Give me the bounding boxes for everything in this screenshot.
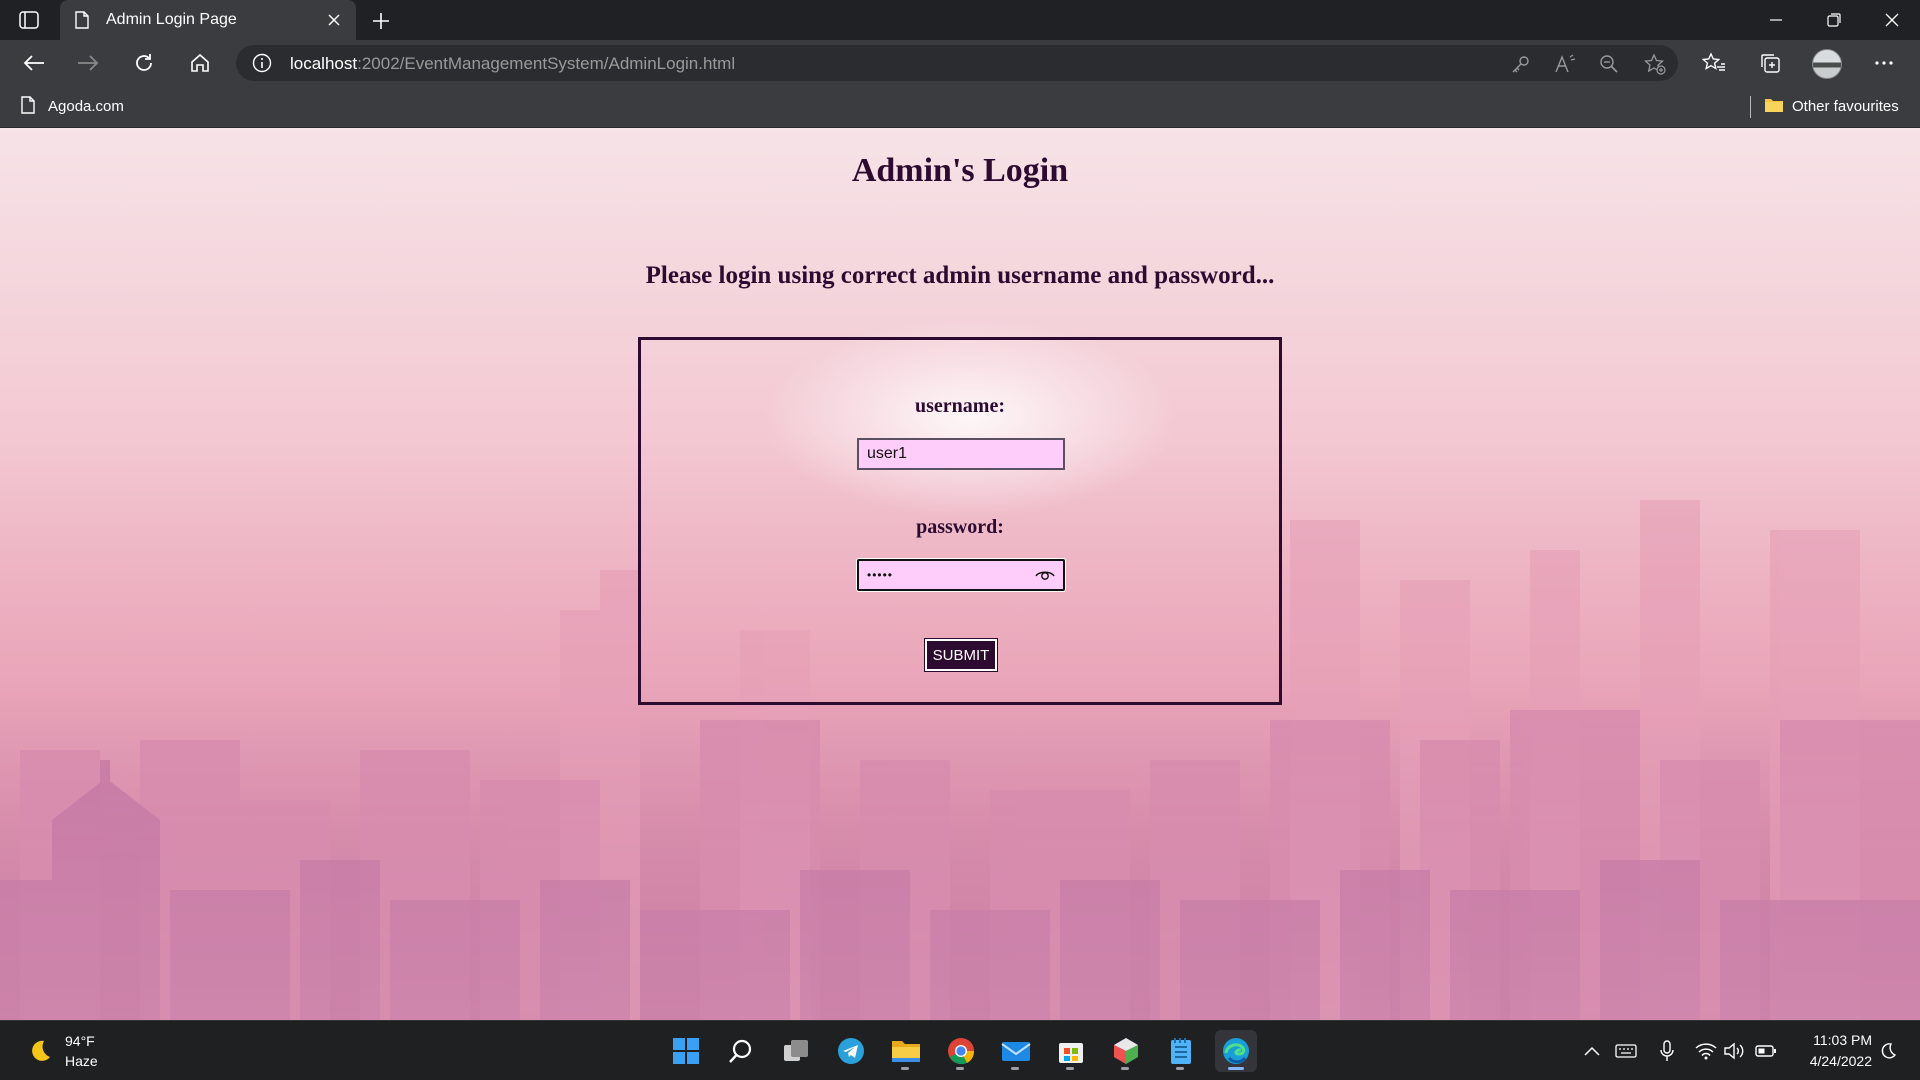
clock-time[interactable]: 11:03 PM <box>1796 1032 1872 1048</box>
password-input[interactable]: ••••• <box>857 559 1065 591</box>
username-value: user1 <box>867 445 908 462</box>
profile-avatar[interactable] <box>1812 49 1842 79</box>
restore-icon[interactable] <box>1806 0 1862 40</box>
running-indicator <box>1011 1067 1019 1070</box>
page-viewport: Admin's Login Please login using correct… <box>0 128 1920 1020</box>
show-password-icon[interactable] <box>1035 567 1055 583</box>
minimize-icon[interactable] <box>1748 0 1804 40</box>
mail-icon[interactable] <box>995 1030 1037 1072</box>
favorites-bar: Agoda.com Other favourites <box>0 86 1920 128</box>
username-input[interactable]: user1 <box>857 438 1065 470</box>
submit-button[interactable]: SUBMIT <box>924 638 998 672</box>
refresh-icon[interactable] <box>128 47 160 79</box>
address-bar[interactable]: localhost:2002/EventManagementSystem/Adm… <box>236 45 1678 81</box>
divider <box>1750 96 1751 118</box>
browser-tab-bar: Admin Login Page <box>0 0 1920 40</box>
collections-icon[interactable] <box>1754 47 1786 79</box>
close-window-icon[interactable] <box>1864 0 1920 40</box>
running-indicator <box>1121 1067 1129 1070</box>
back-icon[interactable] <box>18 47 50 79</box>
tab-actions-icon[interactable] <box>16 8 42 32</box>
read-aloud-icon[interactable] <box>1554 53 1576 75</box>
task-view-icon[interactable] <box>775 1030 817 1072</box>
more-options-icon[interactable] <box>1868 47 1900 79</box>
search-icon[interactable] <box>720 1030 762 1072</box>
moon-icon[interactable] <box>26 1037 54 1065</box>
keyboard-icon[interactable] <box>1614 1039 1638 1063</box>
running-indicator <box>1066 1067 1074 1070</box>
weather-description: Haze <box>65 1053 98 1069</box>
zoom-out-icon[interactable] <box>1598 53 1620 75</box>
notepad-icon[interactable] <box>1160 1030 1202 1072</box>
page-title: Admin's Login <box>851 152 1069 189</box>
new-tab-icon[interactable] <box>368 8 394 34</box>
windows-taskbar: 94°F Haze 11:03 PM 4/24/2022 <box>0 1020 1920 1080</box>
forward-icon[interactable] <box>72 47 104 79</box>
favorite-agoda[interactable]: Agoda.com <box>20 96 124 116</box>
tab-title: Admin Login Page <box>106 11 237 28</box>
login-form: username: user1 password: ••••• SUBMIT <box>638 337 1282 705</box>
site-info-icon[interactable] <box>252 53 272 73</box>
focus-assist-moon-icon[interactable] <box>1876 1039 1900 1063</box>
clock-date[interactable]: 4/24/2022 <box>1790 1053 1872 1069</box>
volume-icon[interactable] <box>1722 1039 1746 1063</box>
wifi-icon[interactable] <box>1694 1039 1718 1063</box>
folder-icon <box>1764 96 1783 116</box>
login-instructions: Please login using correct admin usernam… <box>645 262 1275 289</box>
battery-icon[interactable] <box>1754 1039 1778 1063</box>
other-favourites-label: Other favourites <box>1792 97 1899 115</box>
weather-temperature: 94°F <box>65 1033 95 1049</box>
chrome-icon[interactable] <box>940 1030 982 1072</box>
password-value: ••••• <box>867 568 894 582</box>
home-icon[interactable] <box>184 47 216 79</box>
microsoft-store-icon[interactable] <box>1050 1030 1092 1072</box>
telegram-icon[interactable] <box>830 1030 872 1072</box>
running-indicator <box>1228 1067 1244 1070</box>
favorite-label: Agoda.com <box>48 97 124 115</box>
app-icon[interactable] <box>1105 1030 1147 1072</box>
favorites-icon[interactable] <box>1698 47 1730 79</box>
browser-toolbar: localhost:2002/EventManagementSystem/Adm… <box>0 40 1920 86</box>
running-indicator <box>1176 1067 1184 1070</box>
start-icon[interactable] <box>665 1030 707 1072</box>
page-icon <box>20 96 38 116</box>
add-favorite-icon[interactable] <box>1644 53 1666 75</box>
tab-admin-login[interactable]: Admin Login Page <box>60 0 356 40</box>
other-favourites[interactable]: Other favourites <box>1764 96 1899 116</box>
close-tab-icon[interactable] <box>324 10 344 30</box>
microphone-icon[interactable] <box>1655 1039 1679 1063</box>
url-text: localhost:2002/EventManagementSystem/Adm… <box>290 54 736 73</box>
running-indicator <box>956 1067 964 1070</box>
password-label: password: <box>916 516 1004 538</box>
running-indicator <box>901 1067 909 1070</box>
chevron-up-icon[interactable] <box>1580 1039 1604 1063</box>
edge-icon[interactable] <box>1215 1030 1257 1072</box>
username-label: username: <box>915 395 1005 417</box>
file-explorer-icon[interactable] <box>885 1030 927 1072</box>
page-icon <box>74 11 92 29</box>
key-icon[interactable] <box>1510 53 1532 75</box>
